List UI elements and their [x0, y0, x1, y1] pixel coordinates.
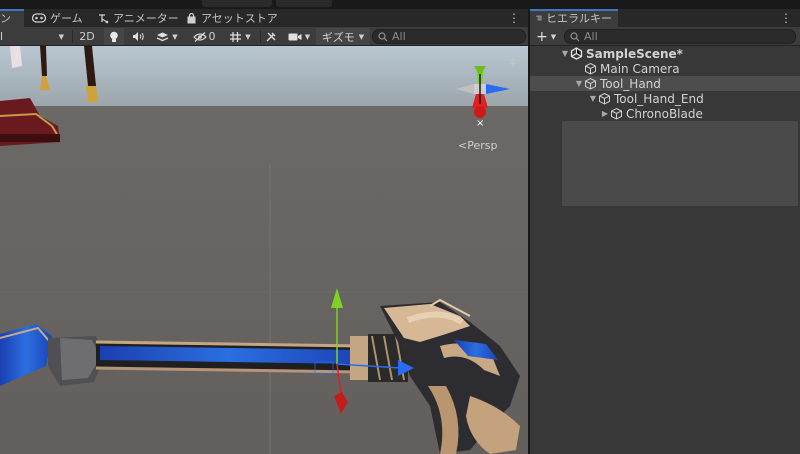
hierarchy-search-input[interactable]: All: [564, 29, 796, 44]
hierarchy-search-placeholder: All: [584, 30, 598, 43]
hierarchy-panel-menu-icon[interactable]: ⋮: [780, 11, 792, 25]
hierarchy-toolbar: + ▼ All: [530, 27, 800, 46]
hierarchy-item-chronoblade[interactable]: ▶ ChronoBlade: [530, 106, 800, 121]
hierarchy-tree: ▼ SampleScene* Main Camera ▼ Tool_Hand ▼…: [530, 46, 800, 121]
fold-open-icon[interactable]: ▼: [588, 94, 598, 103]
window-top-strip: [0, 0, 800, 9]
list-icon: [536, 15, 542, 21]
gizmos-dropdown[interactable]: ギズモ ▼: [316, 28, 370, 45]
audio-toggle[interactable]: [128, 28, 148, 45]
hidden-tab: [276, 0, 332, 7]
tab-animator-label: アニメーター: [113, 12, 179, 25]
scene-tab-bar: ン ゲーム アニメーター アセットストア ⋮: [0, 9, 528, 27]
camera-settings-dropdown[interactable]: ▼: [285, 28, 313, 45]
tab-scene-label: ン: [0, 12, 11, 25]
hidden-objects-toggle[interactable]: 0: [190, 28, 218, 45]
lightbulb-icon: [110, 31, 118, 42]
wrench-icon: [266, 32, 276, 41]
hierarchy-item-tool-hand[interactable]: ▼ Tool_Hand: [530, 76, 800, 91]
hidden-tab: [202, 0, 272, 7]
chevron-down-icon: ▼: [172, 32, 178, 41]
tab-game[interactable]: ゲーム: [26, 9, 89, 27]
projection-toggle[interactable]: <Persp: [458, 139, 497, 152]
draw-mode-value: l: [0, 30, 4, 43]
hierarchy-item-label: ChronoBlade: [626, 106, 703, 121]
sky: [0, 46, 528, 110]
orientation-x-mark: ×: [476, 118, 484, 129]
tools-toggle[interactable]: [263, 28, 279, 45]
tab-asset-store-label: アセットストア: [201, 12, 278, 25]
tab-hierarchy-label: ヒエラルキー: [546, 12, 612, 25]
hierarchy-item-main-camera[interactable]: Main Camera: [530, 61, 800, 76]
hierarchy-panel: ヒエラルキー ⋮ + ▼ All ▼ SampleScene* Main Cam…: [530, 9, 800, 454]
add-label: +: [536, 28, 548, 45]
hierarchy-drop-area: [562, 121, 798, 206]
gameobject-cube-icon: [585, 77, 596, 90]
2d-mode-label: 2D: [79, 30, 95, 43]
hierarchy-item-samplescene[interactable]: ▼ SampleScene*: [530, 46, 800, 61]
scene-viewport[interactable]: × <Persp: [0, 46, 528, 454]
scene-panel: ン ゲーム アニメーター アセットストア ⋮ l ▼ 2D ▼ 0 ▼ ▼ ギズ…: [0, 9, 528, 454]
hierarchy-item-label: Tool_Hand_End: [614, 91, 704, 106]
lighting-toggle[interactable]: [104, 28, 124, 45]
effects-dropdown[interactable]: ▼: [152, 28, 182, 45]
game-controller-icon: [32, 13, 46, 23]
tab-hierarchy[interactable]: ヒエラルキー: [530, 9, 618, 27]
eye-slash-icon: [192, 31, 207, 42]
hierarchy-item-label: SampleScene*: [586, 46, 683, 61]
grid-snapping-dropdown[interactable]: ▼: [222, 28, 258, 45]
2d-mode-toggle[interactable]: 2D: [76, 28, 98, 45]
tab-animator[interactable]: アニメーター: [92, 9, 185, 27]
gizmos-label: ギズモ: [321, 30, 355, 44]
gameobject-cube-icon: [585, 62, 596, 75]
search-icon: [378, 31, 388, 41]
scene-render: ×: [0, 46, 528, 454]
scene-panel-menu-icon[interactable]: ⋮: [508, 11, 520, 25]
animator-icon: [99, 13, 109, 23]
scene-search-placeholder: All: [392, 30, 406, 43]
hierarchy-item-tool-hand-end[interactable]: ▼ Tool_Hand_End: [530, 91, 800, 106]
fold-closed-icon[interactable]: ▶: [600, 109, 610, 118]
hierarchy-item-label: Main Camera: [600, 61, 680, 76]
gameobject-cube-icon: [611, 107, 622, 120]
fold-open-icon[interactable]: ▼: [574, 79, 584, 88]
toolbar-divider: [260, 30, 261, 43]
chevron-down-icon: ▼: [358, 32, 365, 41]
tab-scene[interactable]: ン: [0, 9, 24, 27]
orientation-x-ball[interactable]: [474, 106, 486, 118]
chevron-down-icon: ▼: [245, 32, 251, 41]
speaker-icon: [132, 32, 144, 41]
chevron-down-icon: ▼: [550, 32, 557, 41]
video-camera-icon: [288, 33, 302, 40]
toolbar-divider: [72, 30, 73, 43]
back-arrow-icon: <: [458, 139, 468, 152]
tab-game-label: ゲーム: [50, 12, 83, 25]
search-icon: [570, 31, 580, 41]
layers-effects-icon: [157, 32, 169, 42]
shopping-bag-icon: [187, 12, 196, 23]
chevron-down-icon: ▼: [58, 32, 64, 41]
hierarchy-tab-bar: ヒエラルキー ⋮: [530, 9, 800, 27]
unity-scene-icon: [570, 47, 583, 60]
scene-toolbar: l ▼ 2D ▼ 0 ▼ ▼ ギズモ ▼ All: [0, 27, 528, 46]
hierarchy-item-label: Tool_Hand: [600, 76, 661, 91]
chevron-down-icon: ▼: [304, 32, 311, 41]
hidden-count: 0: [208, 30, 216, 43]
gameobject-cube-icon: [599, 92, 610, 105]
draw-mode-dropdown[interactable]: l ▼: [0, 28, 70, 45]
add-object-button[interactable]: + ▼: [536, 28, 556, 45]
tab-asset-store[interactable]: アセットストア: [180, 9, 284, 27]
fold-open-icon[interactable]: ▼: [560, 49, 570, 58]
scene-search-input[interactable]: All: [372, 29, 526, 44]
grid-icon: [230, 31, 242, 42]
projection-label: Persp: [467, 139, 498, 152]
